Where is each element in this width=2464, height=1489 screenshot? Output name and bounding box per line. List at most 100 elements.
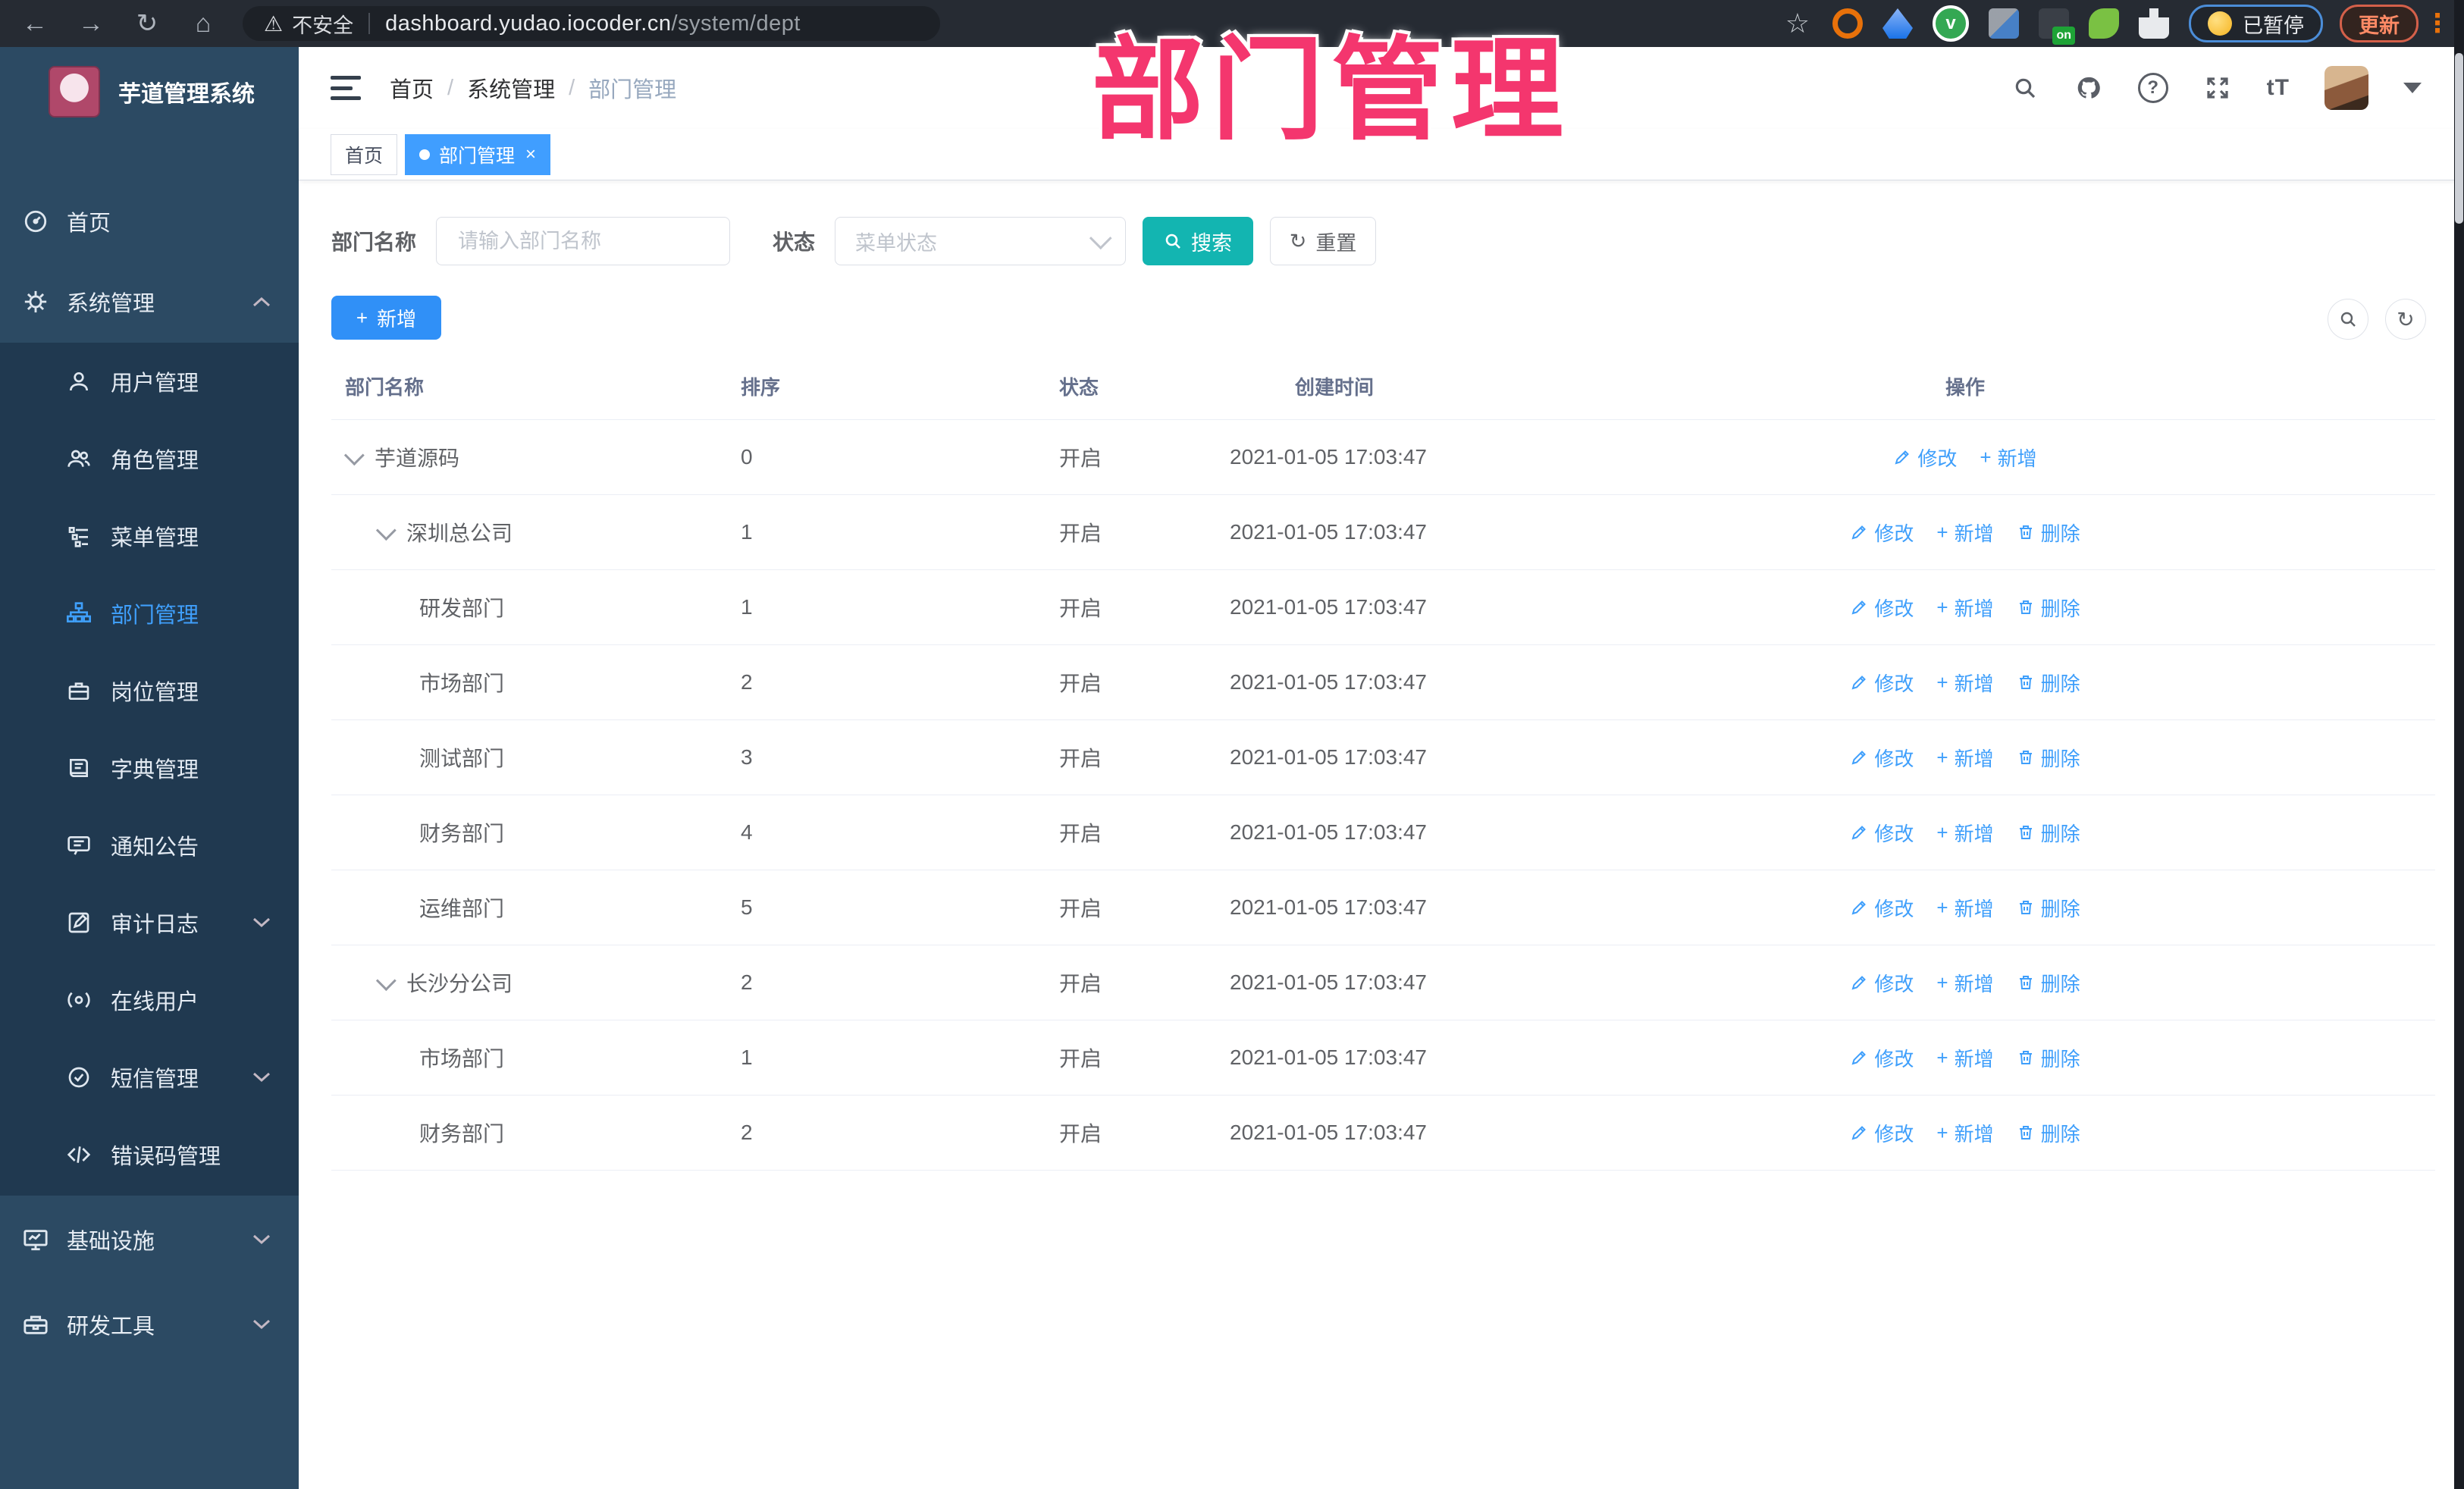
edit-link[interactable]: 修改: [1850, 969, 1914, 997]
add-link[interactable]: + 新增: [1936, 819, 1993, 847]
address-bar[interactable]: ⚠ 不安全 dashboard.yudao.iocoder.cn/system/…: [243, 6, 940, 41]
add-link[interactable]: + 新增: [1936, 594, 1993, 622]
sidebar-item-devtools[interactable]: 研发工具: [0, 1284, 299, 1365]
extension-icon-drop[interactable]: [1882, 8, 1913, 39]
profile-paused-chip[interactable]: 已暂停: [2189, 5, 2323, 42]
browser-menu-dots-icon[interactable]: ⋮: [2425, 8, 2450, 39]
extension-icon-grid[interactable]: [1989, 8, 2019, 39]
breadcrumb-home[interactable]: 首页: [390, 72, 434, 104]
browser-reload-icon[interactable]: ↻: [126, 7, 168, 40]
delete-link[interactable]: 删除: [2017, 1044, 2080, 1072]
browser-home-icon[interactable]: ⌂: [182, 7, 224, 40]
sidebar-item-online[interactable]: 在线用户: [0, 961, 299, 1039]
dept-status: 开启: [1059, 972, 1102, 995]
edit-link[interactable]: 修改: [1850, 744, 1914, 772]
fullscreen-icon[interactable]: [2203, 74, 2232, 102]
sidebar-item-sms[interactable]: 短信管理: [0, 1039, 299, 1116]
add-link[interactable]: + 新增: [1936, 1119, 1993, 1147]
breadcrumb-system[interactable]: 系统管理: [467, 72, 555, 104]
search-icon[interactable]: [2011, 74, 2039, 102]
delete-link[interactable]: 删除: [2017, 519, 2080, 547]
edit-link[interactable]: 修改: [1850, 819, 1914, 847]
user-menu-caret-icon[interactable]: [2403, 83, 2422, 93]
add-link[interactable]: + 新增: [1936, 519, 1993, 547]
announcement-icon: [67, 836, 90, 855]
extension-icon-ring[interactable]: [1832, 8, 1863, 39]
reset-button[interactable]: ↻ 重置: [1270, 217, 1377, 265]
extension-icon-switch[interactable]: on: [2039, 8, 2075, 45]
add-dept-button[interactable]: + 新增: [331, 296, 441, 340]
add-link[interactable]: + 新增: [1936, 894, 1993, 922]
reset-button-label: 重置: [1315, 231, 1357, 255]
book-icon: [70, 759, 88, 777]
edit-link[interactable]: 修改: [1850, 1119, 1914, 1147]
extensions-puzzle-icon[interactable]: [2139, 8, 2169, 39]
scrollbar-track[interactable]: [2454, 0, 2464, 1489]
sidebar-item-audit[interactable]: 审计日志: [0, 884, 299, 961]
expand-caret-icon[interactable]: [343, 444, 365, 466]
dept-status: 开启: [1059, 672, 1102, 695]
refresh-table-button[interactable]: ↻: [2385, 299, 2426, 340]
edit-link[interactable]: 修改: [1850, 1044, 1914, 1072]
delete-link[interactable]: 删除: [2017, 894, 2080, 922]
status-select[interactable]: 菜单状态: [835, 217, 1127, 265]
security-label[interactable]: 不安全: [292, 9, 353, 39]
toggle-search-button[interactable]: [2328, 299, 2368, 340]
sidebar-item-system[interactable]: 系统管理: [0, 264, 299, 340]
delete-link[interactable]: 删除: [2017, 744, 2080, 772]
dept-name-input[interactable]: [436, 217, 731, 265]
edit-link[interactable]: 修改: [1850, 669, 1914, 697]
user-avatar[interactable]: [2324, 66, 2368, 110]
font-size-icon[interactable]: tT: [2267, 75, 2290, 101]
delete-link[interactable]: 删除: [2017, 1119, 2080, 1147]
edit-link[interactable]: 修改: [1850, 594, 1914, 622]
delete-link[interactable]: 删除: [2017, 669, 2080, 697]
chrome-update-button[interactable]: 更新: [2340, 5, 2419, 42]
dept-status: 开启: [1059, 522, 1102, 545]
app-logo-row[interactable]: 芋道管理系统: [0, 47, 299, 136]
sidebar-item-users[interactable]: 用户管理: [0, 343, 299, 420]
tab-home[interactable]: 首页: [331, 133, 398, 175]
sidebar-item-dicts[interactable]: 字典管理: [0, 729, 299, 807]
delete-link[interactable]: 删除: [2017, 594, 2080, 622]
edit-link[interactable]: 修改: [1850, 894, 1914, 922]
sidebar-item-depts[interactable]: 部门管理: [0, 575, 299, 652]
sidebar-item-menus[interactable]: 菜单管理: [0, 497, 299, 575]
help-icon[interactable]: ?: [2137, 73, 2168, 103]
add-link[interactable]: + 新增: [1936, 744, 1993, 772]
browser-forward-icon[interactable]: →: [70, 7, 112, 40]
extension-icon-green-check[interactable]: v: [1933, 5, 1969, 42]
scrollbar-thumb[interactable]: [2455, 53, 2463, 224]
edit-link[interactable]: 修改: [1893, 444, 1957, 472]
add-link[interactable]: + 新增: [1936, 969, 1993, 997]
sidebar-item-home[interactable]: 首页: [0, 183, 299, 259]
delete-link[interactable]: 删除: [2017, 969, 2080, 997]
app-logo-avatar: [49, 66, 100, 118]
edit-link[interactable]: 修改: [1850, 519, 1914, 547]
bookmark-star-icon[interactable]: ☆: [1785, 8, 1810, 39]
sidebar-item-posts[interactable]: 岗位管理: [0, 652, 299, 729]
expand-caret-icon[interactable]: [375, 970, 397, 991]
delete-link[interactable]: 删除: [2017, 819, 2080, 847]
tab-dept-management[interactable]: 部门管理 ×: [405, 133, 551, 175]
sidebar-item-infra[interactable]: 基础设施: [0, 1199, 299, 1280]
expand-caret-icon[interactable]: [375, 519, 397, 541]
sidebar-item-label: 通知公告: [111, 835, 199, 860]
sidebar-item-errcodes[interactable]: 错误码管理: [0, 1116, 299, 1193]
add-link[interactable]: + 新增: [1980, 444, 2036, 472]
plus-icon: +: [1936, 520, 1948, 544]
on-badge: on: [2052, 27, 2075, 45]
tab-close-icon[interactable]: ×: [525, 145, 536, 164]
add-link[interactable]: + 新增: [1936, 669, 1993, 697]
sidebar-item-notices[interactable]: 通知公告: [0, 807, 299, 884]
extension-icon-leaf[interactable]: [2089, 8, 2119, 39]
dept-name-label: 部门名称: [331, 230, 417, 254]
sidebar-item-roles[interactable]: 角色管理: [0, 420, 299, 497]
table-row: 市场部门 1 开启 2021-01-05 17:03:47 修改 + 新增 删除: [331, 1020, 2435, 1096]
browser-back-icon[interactable]: ←: [14, 7, 56, 40]
search-button[interactable]: 搜索: [1143, 217, 1254, 265]
github-icon[interactable]: [2074, 74, 2103, 102]
add-link[interactable]: + 新增: [1936, 1044, 1993, 1072]
sidebar-collapse-icon[interactable]: [331, 76, 361, 100]
dept-status: 开启: [1059, 897, 1102, 920]
